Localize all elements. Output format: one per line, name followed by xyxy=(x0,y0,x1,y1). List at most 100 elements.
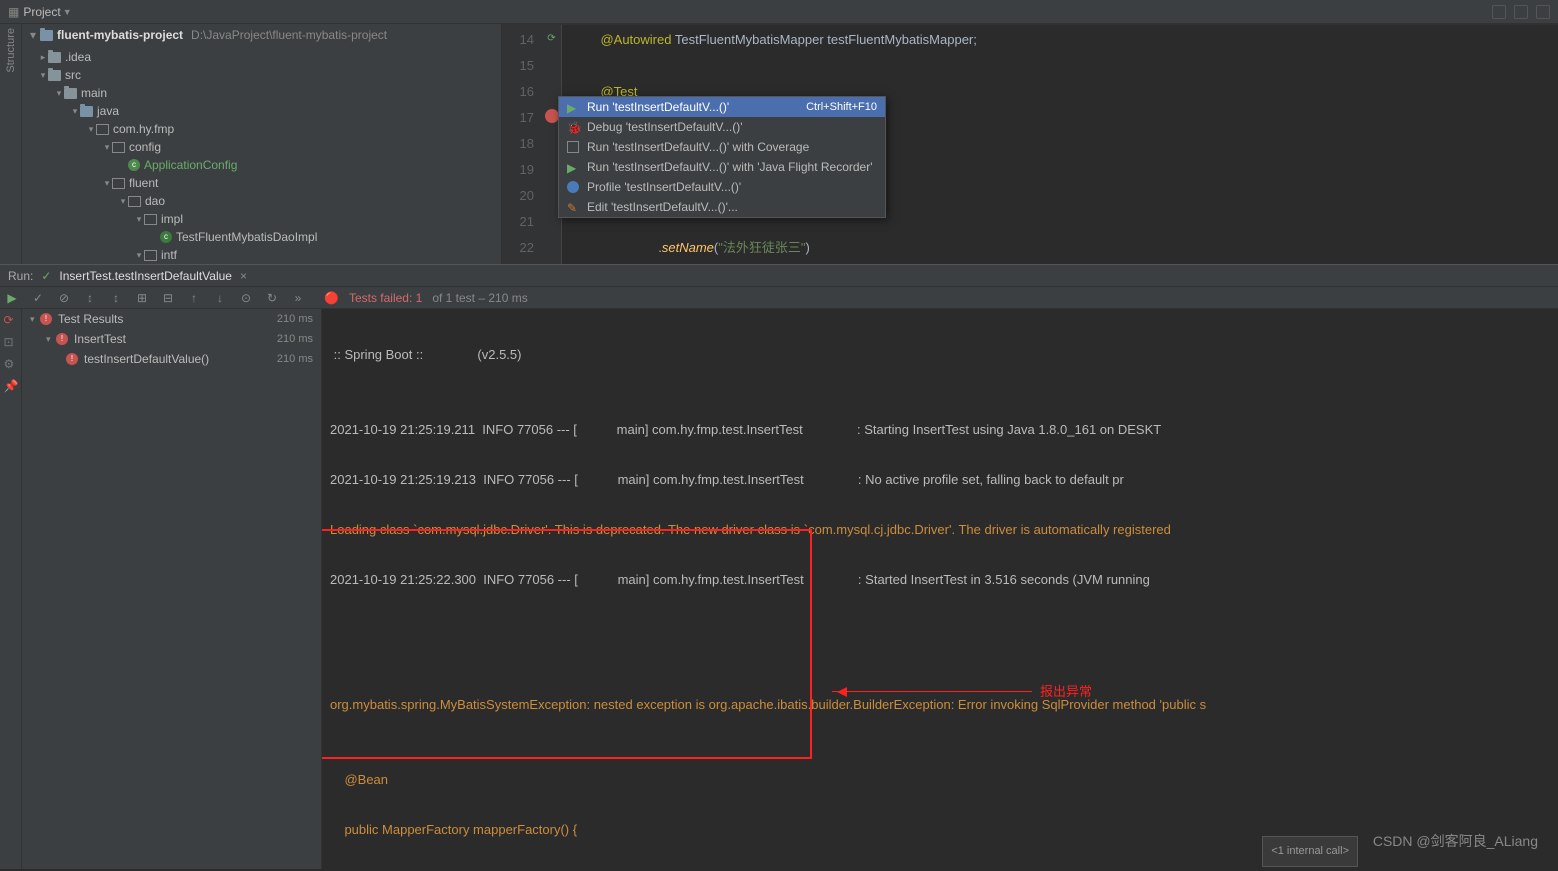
dropdown-arrow-icon: ▼ xyxy=(63,7,72,17)
debug-icon: 🐞 xyxy=(567,121,579,133)
console-error: return new MapperFactory(); xyxy=(330,867,1550,869)
ctx-debug[interactable]: 🐞Debug 'testInsertDefaultV...()' xyxy=(559,117,885,137)
context-menu: ▶Run 'testInsertDefaultV...()'Ctrl+Shift… xyxy=(558,96,886,218)
up-icon[interactable]: ↑ xyxy=(186,290,202,306)
package-icon xyxy=(144,250,157,261)
rerun-failed-icon[interactable]: ⟳ xyxy=(4,313,18,327)
sort-icon[interactable]: ↕ xyxy=(108,290,124,306)
project-root-path: D:\JavaProject\fluent-mybatis-project xyxy=(191,28,387,42)
tree-node-java[interactable]: ▾java xyxy=(22,102,501,120)
ctx-run[interactable]: ▶Run 'testInsertDefaultV...()'Ctrl+Shift… xyxy=(559,97,885,117)
console-line: :: Spring Boot :: (v2.5.5) xyxy=(330,342,1550,367)
ctx-jfr[interactable]: ▶Run 'testInsertDefaultV...()' with 'Jav… xyxy=(559,157,885,177)
tool-icon-2[interactable] xyxy=(1514,5,1528,19)
fail-icon: ! xyxy=(56,333,68,345)
annotation-arrow: 报出异常 xyxy=(832,679,1092,704)
annotation-box xyxy=(322,529,812,759)
package-icon xyxy=(112,142,125,153)
tree-node-idea[interactable]: ▸.idea xyxy=(22,48,501,66)
ctx-profile[interactable]: Profile 'testInsertDefaultV...()' xyxy=(559,177,885,197)
package-icon xyxy=(144,214,157,225)
watermark: CSDN @剑客阿良_ALiang xyxy=(1373,829,1538,854)
toggle-icon[interactable]: ⊡ xyxy=(4,335,18,349)
module-icon xyxy=(40,30,53,41)
tests-total: of 1 test – 210 ms xyxy=(432,291,527,305)
export-icon[interactable]: ⊙ xyxy=(238,290,254,306)
folder-icon xyxy=(48,70,61,81)
tree-node-fluent[interactable]: ▾fluent xyxy=(22,174,501,192)
ctx-coverage[interactable]: Run 'testInsertDefaultV...()' with Cover… xyxy=(559,137,885,157)
console-error: @Bean xyxy=(330,767,1550,792)
source-folder-icon xyxy=(80,106,93,117)
tool-icon-3[interactable] xyxy=(1536,5,1550,19)
results-class[interactable]: ▾!InsertTest210 ms xyxy=(22,329,321,349)
tree-node-dao[interactable]: ▾dao xyxy=(22,192,501,210)
tool-icon-1[interactable] xyxy=(1492,5,1506,19)
internal-call-hint[interactable]: <1 internal call> xyxy=(1262,836,1358,867)
stop-icon[interactable]: ⊘ xyxy=(56,290,72,306)
run-config-name[interactable]: InsertTest.testInsertDefaultValue xyxy=(59,269,232,283)
tree-node-main[interactable]: ▾main xyxy=(22,84,501,102)
project-dropdown[interactable]: Project xyxy=(23,5,60,19)
console-output[interactable]: :: Spring Boot :: (v2.5.5) 2021-10-19 21… xyxy=(322,309,1558,869)
project-tree-header: ▾ fluent-mybatis-project D:\JavaProject\… xyxy=(22,24,501,46)
collapse-icon[interactable]: ⊟ xyxy=(160,290,176,306)
package-icon xyxy=(96,124,109,135)
tree-node-intf[interactable]: ▾intf xyxy=(22,246,501,264)
tree-node-config[interactable]: ▾config xyxy=(22,138,501,156)
expand-arrow-icon[interactable]: ▾ xyxy=(30,28,36,42)
tree-node-src[interactable]: ▾src xyxy=(22,66,501,84)
down-icon[interactable]: ↓ xyxy=(212,290,228,306)
ctx-edit[interactable]: ✎Edit 'testInsertDefaultV...()'... xyxy=(559,197,885,217)
run-icon: ▶ xyxy=(567,161,579,173)
project-root-name[interactable]: fluent-mybatis-project xyxy=(57,28,183,42)
class-icon: c xyxy=(128,159,140,171)
fail-icon: ! xyxy=(40,313,52,325)
check-icon[interactable]: ✓ xyxy=(30,290,46,306)
error-icon: 🔴 xyxy=(324,291,339,305)
hamburger-icon[interactable]: ▦ xyxy=(8,5,19,19)
project-tool-window: ▾ fluent-mybatis-project D:\JavaProject\… xyxy=(22,24,502,264)
title-bar: ▦ Project ▼ xyxy=(0,0,1558,24)
structure-tab[interactable]: Structure xyxy=(5,28,17,73)
line-number-gutter: 141516 171819 202122 23 xyxy=(502,25,542,264)
folder-icon xyxy=(48,52,61,63)
coverage-icon xyxy=(567,141,579,153)
tree-node-testdao[interactable]: cTestFluentMybatisDaoImpl xyxy=(22,228,501,246)
run-header: Run: ✓ InsertTest.testInsertDefaultValue… xyxy=(0,265,1558,287)
results-method[interactable]: !testInsertDefaultValue()210 ms xyxy=(22,349,321,369)
error-bulb-icon[interactable] xyxy=(545,109,559,123)
package-icon xyxy=(128,196,141,207)
left-tool-stripe: Structure xyxy=(0,24,22,264)
fail-icon: ! xyxy=(66,353,78,365)
tests-failed-count: Tests failed: 1 xyxy=(349,291,422,305)
console-line: 2021-10-19 21:25:19.211 INFO 77056 --- [… xyxy=(330,417,1550,442)
edit-icon: ✎ xyxy=(567,201,579,213)
run-tool-window: Run: ✓ InsertTest.testInsertDefaultValue… xyxy=(0,264,1558,869)
tree-node-package[interactable]: ▾com.hy.fmp xyxy=(22,120,501,138)
test-results-tree: ▾!Test Results210 ms ▾!InsertTest210 ms … xyxy=(22,309,322,869)
tree-node-impl[interactable]: ▾impl xyxy=(22,210,501,228)
history-icon[interactable]: ↻ xyxy=(264,290,280,306)
profile-icon xyxy=(567,181,579,193)
more-icon[interactable]: » xyxy=(290,290,306,306)
pin-icon[interactable]: 📌 xyxy=(4,379,18,393)
settings-icon[interactable]: ⚙ xyxy=(4,357,18,371)
expand-icon[interactable]: ⊞ xyxy=(134,290,150,306)
annotation-text: 报出异常 xyxy=(1040,679,1092,704)
sort-icon[interactable]: ↕ xyxy=(82,290,98,306)
project-tree: ▸.idea ▾src ▾main ▾java ▾com.hy.fmp ▾con… xyxy=(22,46,501,264)
close-icon[interactable]: × xyxy=(240,269,247,283)
toolbar-right xyxy=(1492,5,1550,19)
tree-node-appconfig[interactable]: cApplicationConfig xyxy=(22,156,501,174)
console-error: public MapperFactory mapperFactory() { xyxy=(330,817,1550,842)
console-line: 2021-10-19 21:25:19.213 INFO 77056 --- [… xyxy=(330,467,1550,492)
run-gutter-icon[interactable]: ⟳ xyxy=(547,33,555,44)
rerun-icon[interactable]: ▶ xyxy=(4,290,20,306)
run-sidebar: ⟳ ⊡ ⚙ 📌 xyxy=(0,309,22,869)
package-icon xyxy=(112,178,125,189)
folder-icon xyxy=(64,88,77,99)
run-config-icon: ✓ xyxy=(41,269,51,283)
class-icon: c xyxy=(160,231,172,243)
results-root[interactable]: ▾!Test Results210 ms xyxy=(22,309,321,329)
